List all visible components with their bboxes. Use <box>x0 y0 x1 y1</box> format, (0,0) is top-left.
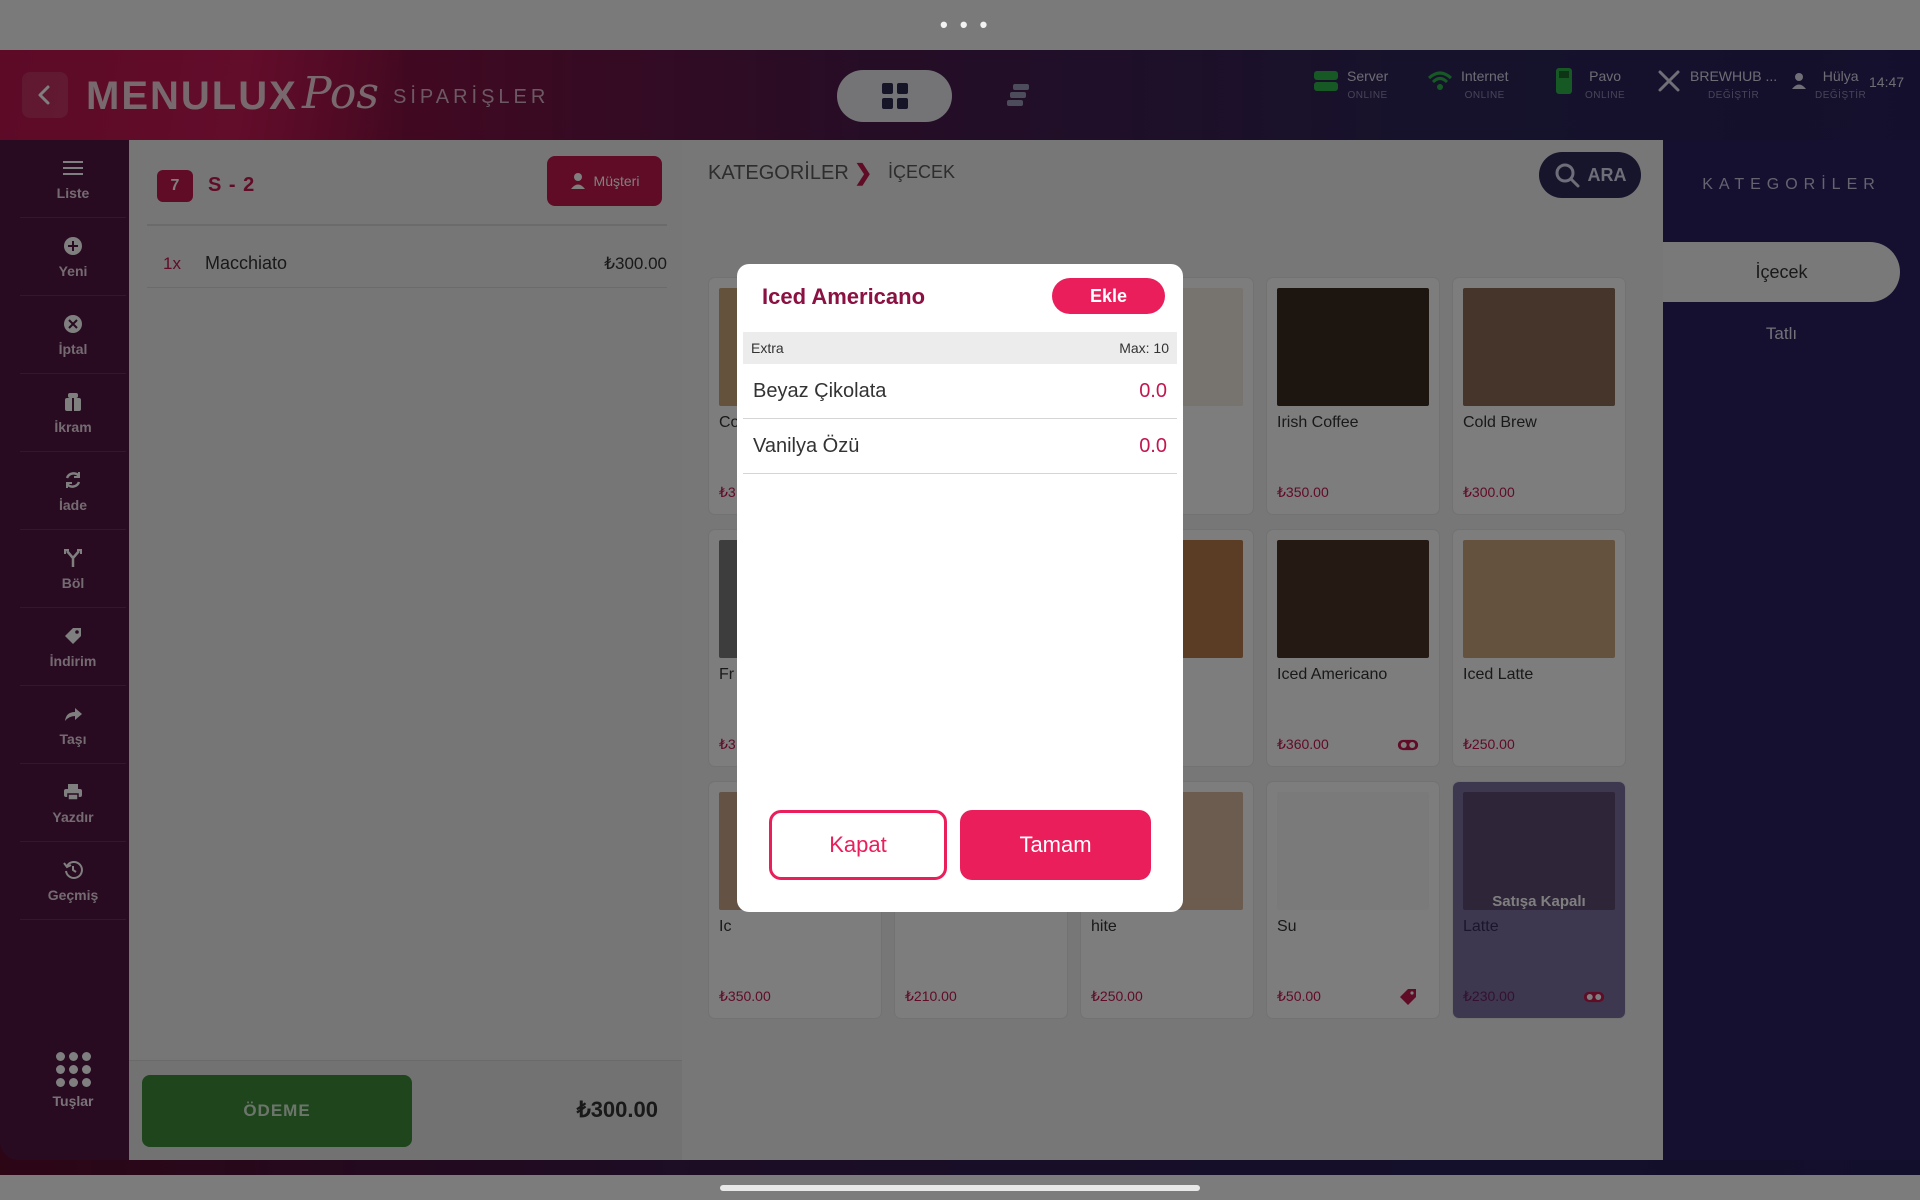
close-button[interactable]: Kapat <box>769 810 947 880</box>
product-options-dialog: Iced Americano Ekle Extra Max: 10 Beyaz … <box>737 264 1183 912</box>
ok-button[interactable]: Tamam <box>960 810 1151 880</box>
system-status-strip: • • • <box>0 0 1920 50</box>
extra-section-header: Extra Max: 10 <box>743 332 1177 364</box>
multitask-dots[interactable]: • • • <box>940 12 990 38</box>
dialog-title: Iced Americano <box>762 284 926 309</box>
add-button[interactable]: Ekle <box>1052 278 1165 314</box>
home-indicator[interactable] <box>720 1185 1200 1191</box>
extra-option-row[interactable]: Vanilya Özü 0.0 <box>743 419 1177 474</box>
extra-option-row[interactable]: Beyaz Çikolata 0.0 <box>743 364 1177 419</box>
